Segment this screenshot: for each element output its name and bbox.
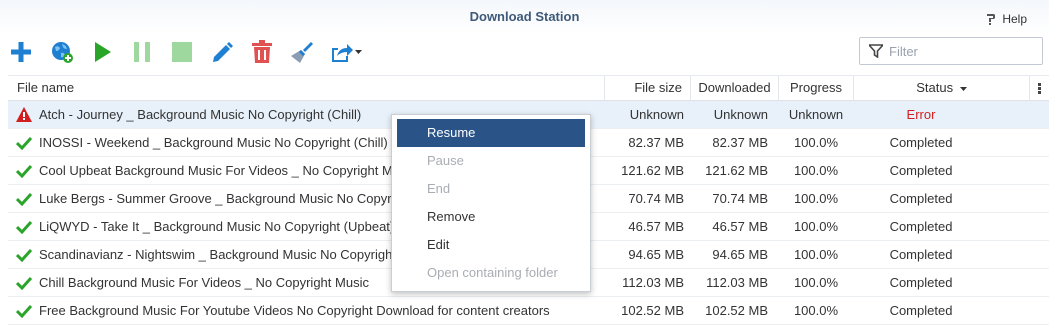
menu-item-edit[interactable]: Edit	[397, 231, 585, 259]
progress-value: Unknown	[788, 107, 844, 122]
filter-field[interactable]	[859, 37, 1043, 65]
edit-button[interactable]	[209, 38, 235, 66]
help-button[interactable]: Help	[985, 12, 1027, 26]
pause-button[interactable]	[129, 38, 155, 66]
app-title: Download Station	[469, 9, 580, 24]
progress-value: 100.0%	[793, 219, 839, 234]
table-row[interactable]: Free Background Music For Youtube Videos…	[8, 297, 1049, 325]
resume-button[interactable]	[89, 38, 115, 66]
trash-icon	[252, 40, 272, 63]
column-header-progress[interactable]: Progress	[778, 76, 853, 100]
plus-icon	[11, 42, 31, 62]
stop-icon	[172, 42, 192, 62]
column-header-status[interactable]: Status	[853, 76, 1029, 100]
menu-item-open-containing-folder: Open containing folder	[427, 265, 558, 280]
title-bar: Download Station Help	[0, 0, 1049, 34]
chevron-down-icon	[355, 49, 362, 54]
progress-value: 100.0%	[793, 275, 839, 290]
file-size: 46.57 MB	[628, 219, 684, 234]
filter-input[interactable]	[889, 43, 1029, 59]
column-header-downloaded[interactable]: Downloaded	[690, 76, 778, 100]
file-size: 121.62 MB	[621, 163, 684, 178]
checkmark-icon	[16, 213, 34, 240]
downloaded-amount: 82.37 MB	[712, 135, 768, 150]
broom-icon	[291, 42, 313, 63]
file-size: Unknown	[629, 107, 684, 122]
progress-value: 100.0%	[793, 135, 839, 150]
status-label: Completed	[889, 219, 953, 234]
pause-icon	[134, 42, 150, 62]
downloaded-amount: 102.52 MB	[705, 303, 768, 318]
sort-desc-icon	[959, 86, 967, 91]
checkmark-icon	[16, 241, 34, 268]
pencil-icon	[213, 42, 233, 62]
file-size: 112.03 MB	[622, 275, 684, 290]
downloaded-amount: 94.65 MB	[712, 247, 768, 262]
more-vertical-icon	[1038, 82, 1041, 94]
column-header-name[interactable]: File name	[8, 76, 604, 100]
warning-icon	[16, 101, 34, 128]
status-label: Error	[906, 107, 936, 122]
status-label: Completed	[889, 275, 953, 290]
file-name: Free Background Music For Youtube Videos…	[39, 303, 550, 318]
globe-add-icon	[52, 42, 73, 63]
delete-button[interactable]	[249, 38, 275, 66]
file-size: 102.52 MB	[621, 303, 684, 318]
menu-item-pause: Pause	[427, 153, 464, 168]
filter-icon	[869, 44, 883, 58]
downloaded-amount: Unknown	[713, 107, 768, 122]
file-size: 70.74 MB	[628, 191, 684, 206]
context-menu: Resume Pause End Remove Edit Open containing …	[391, 114, 591, 292]
file-size: 94.65 MB	[628, 247, 684, 262]
downloaded-amount: 46.57 MB	[712, 219, 768, 234]
menu-item-resume[interactable]: Resume	[397, 119, 585, 147]
menu-item-remove[interactable]: Remove	[397, 203, 585, 231]
status-label: Completed	[889, 247, 953, 262]
status-label: Completed	[889, 303, 953, 318]
stop-button[interactable]	[169, 38, 195, 66]
checkmark-icon	[16, 157, 34, 184]
checkmark-icon	[16, 269, 34, 296]
menu-item-end: End	[427, 181, 451, 196]
downloaded-amount: 121.62 MB	[705, 163, 768, 178]
clear-completed-button[interactable]	[289, 38, 315, 66]
file-size: 82.37 MB	[628, 135, 684, 150]
column-header-size[interactable]: File size	[604, 76, 690, 100]
downloaded-amount: 112.03 MB	[706, 275, 768, 290]
progress-value: 100.0%	[793, 247, 839, 262]
share-icon	[332, 44, 353, 62]
checkmark-icon	[16, 129, 34, 156]
help-label: Help	[1002, 12, 1027, 26]
checkmark-icon	[16, 297, 34, 324]
progress-value: 100.0%	[793, 303, 839, 318]
play-icon	[95, 42, 111, 62]
table-header: File name File size Downloaded Progress …	[8, 75, 1049, 101]
status-label: Completed	[889, 135, 953, 150]
share-menu-button[interactable]	[329, 38, 363, 66]
progress-value: 100.0%	[793, 163, 839, 178]
downloaded-amount: 70.74 MB	[712, 191, 768, 206]
column-header-status-label: Status	[916, 80, 954, 95]
add-url-button[interactable]	[49, 38, 75, 66]
status-label: Completed	[889, 191, 953, 206]
status-label: Completed	[889, 163, 953, 178]
progress-value: 100.0%	[793, 191, 839, 206]
help-icon	[985, 13, 997, 25]
column-menu-button[interactable]	[1029, 76, 1049, 100]
checkmark-icon	[16, 185, 34, 212]
add-task-button[interactable]	[8, 38, 34, 66]
